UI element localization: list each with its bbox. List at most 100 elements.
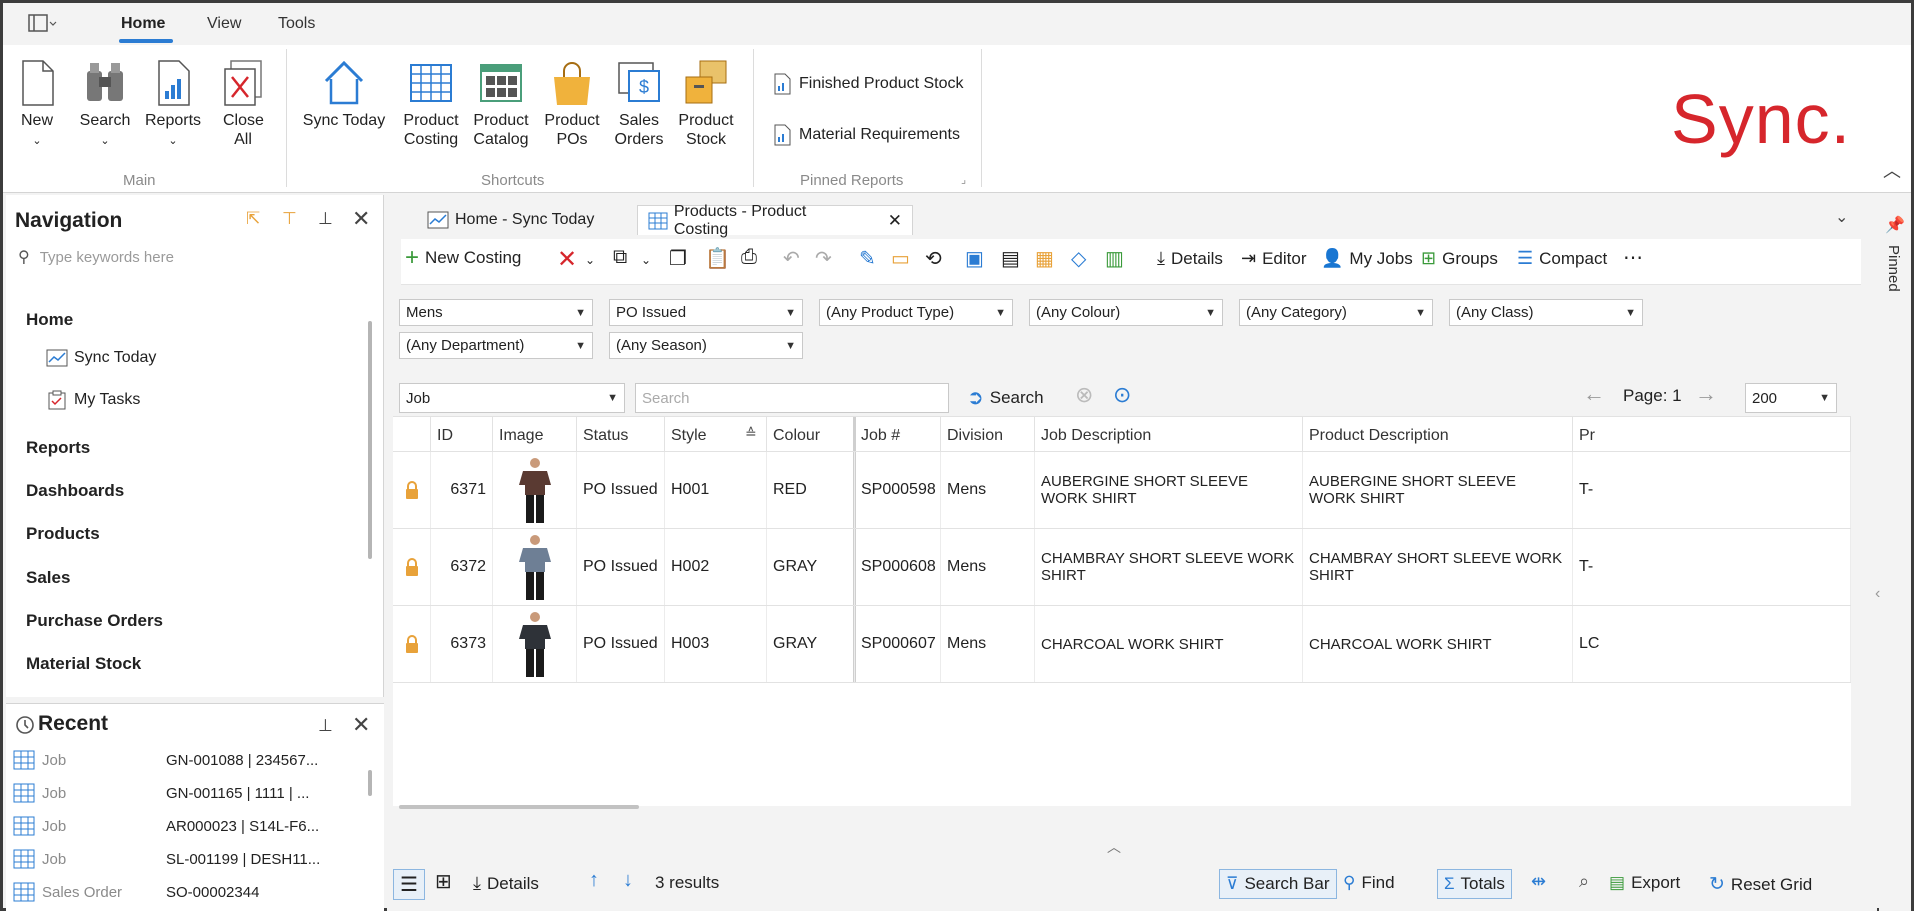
recent-scrollbar[interactable] xyxy=(368,770,372,796)
search-field-select[interactable]: Job ▼ xyxy=(399,383,625,413)
product-costing-button[interactable]: Product Costing xyxy=(399,59,463,149)
filter-product-type[interactable]: (Any Product Type) ▼ xyxy=(819,299,1013,326)
recent-item[interactable]: Job SL-001199 | DESH11... xyxy=(12,843,357,875)
reports-button[interactable]: Reports ⌄ xyxy=(143,59,203,151)
expand-search-icon[interactable]: ⊙ xyxy=(1113,382,1131,408)
details-button[interactable]: ⤓ Details xyxy=(1157,248,1223,269)
nav-item-my-tasks[interactable]: My Tasks xyxy=(46,390,140,410)
sort-icon[interactable]: ≙ xyxy=(745,425,757,442)
expand-nav-icon[interactable]: ⇱ xyxy=(246,209,260,229)
product-pos-button[interactable]: Product POs xyxy=(541,59,603,149)
collapse-ribbon-icon[interactable]: ︿ xyxy=(1883,157,1901,183)
folder-icon[interactable]: ▭ xyxy=(891,246,910,271)
compact-button[interactable]: ☰ Compact xyxy=(1517,248,1607,269)
table-row[interactable]: 6371 PO Issued H001 RED SP000598 Mens AUBERGIN… xyxy=(393,452,1851,528)
nav-section-reports[interactable]: Reports xyxy=(26,438,90,458)
groups-button[interactable]: ⊞ Groups xyxy=(1421,248,1498,269)
list-view-icon[interactable]: ☰ xyxy=(393,869,425,900)
filter-class[interactable]: (Any Class) ▼ xyxy=(1449,299,1643,326)
menu-tab-home[interactable]: Home xyxy=(121,15,165,33)
undo-icon[interactable]: ↶ xyxy=(783,246,800,271)
chevron-down-icon[interactable]: ⌄ xyxy=(585,253,595,267)
duplicate-icon[interactable]: ⧉ xyxy=(613,246,627,269)
pinned-report-finished-product-stock[interactable]: Finished Product Stock xyxy=(773,73,964,95)
collapse-panel-icon[interactable]: ︿ xyxy=(1107,837,1121,857)
column-header-product-description[interactable]: Product Description xyxy=(1303,417,1573,451)
chevron-left-icon[interactable]: ‹ xyxy=(1875,585,1880,603)
pinned-tab-label[interactable]: Pinned xyxy=(1885,245,1902,292)
recent-item[interactable]: Job GN-001088 | 234567... xyxy=(12,744,357,776)
nav-section-purchase-orders[interactable]: Purchase Orders xyxy=(26,611,163,631)
nav-section-sales[interactable]: Sales xyxy=(26,568,70,588)
tree-view-icon[interactable]: ⊤ xyxy=(282,209,297,229)
history-icon[interactable]: ⟲ xyxy=(925,246,942,271)
edit-pencil-icon[interactable]: ✎ xyxy=(859,246,876,271)
product-stock-button[interactable]: Product Stock xyxy=(675,59,737,149)
pin-icon[interactable]: 📌 xyxy=(1885,215,1905,235)
nav-scrollbar[interactable] xyxy=(368,321,372,559)
search-bar-toggle[interactable]: ⊽ Search Bar xyxy=(1219,869,1337,899)
tab-home-sync-today[interactable]: Home - Sync Today xyxy=(417,205,604,235)
tabs-overflow-chevron-icon[interactable]: ⌄ xyxy=(1835,207,1848,227)
nav-section-material-stock[interactable]: Material Stock xyxy=(26,654,141,674)
column-width-icon[interactable]: ⇹ xyxy=(1531,871,1546,892)
filter-division[interactable]: Mens ▼ xyxy=(399,299,593,326)
column-header-job[interactable]: Job # xyxy=(855,417,941,451)
nav-search-input[interactable]: Type keywords here xyxy=(40,249,174,266)
column-header-colour[interactable]: Colour xyxy=(767,417,855,451)
close-icon[interactable]: ✕ xyxy=(352,712,370,738)
sales-orders-button[interactable]: $ Sales Orders xyxy=(609,59,669,149)
card-view-icon[interactable]: ⊞ xyxy=(435,869,452,894)
app-menu-icon[interactable] xyxy=(27,13,57,35)
nav-section-products[interactable]: Products xyxy=(26,524,100,544)
export-button[interactable]: ▤ Export xyxy=(1609,873,1680,893)
nav-search-box[interactable]: ⚲ Type keywords here xyxy=(18,243,368,271)
column-header-pr[interactable]: Pr xyxy=(1573,417,1851,451)
more-options-icon[interactable]: ⋯ xyxy=(1623,245,1643,270)
delete-icon[interactable]: ✕ xyxy=(557,245,577,274)
menu-tab-view[interactable]: View xyxy=(207,15,241,33)
recent-item[interactable]: Job AR000023 | S14L-F6... xyxy=(12,810,357,842)
copy-icon[interactable]: ❐ xyxy=(669,246,687,271)
column-header-image[interactable]: Image xyxy=(493,417,577,451)
image-icon[interactable]: ▣ xyxy=(965,246,984,271)
redo-icon[interactable]: ↷ xyxy=(815,246,832,271)
search-button[interactable]: ➲ Search xyxy=(967,385,1044,410)
grid-search-input[interactable]: Search xyxy=(635,383,949,413)
next-page-icon[interactable]: → xyxy=(1695,381,1717,407)
previous-page-icon[interactable]: ← xyxy=(1583,381,1605,407)
chevron-down-icon[interactable]: ⌄ xyxy=(641,253,651,267)
cost-sheet-icon[interactable]: ▥ xyxy=(1105,246,1124,271)
print-icon[interactable]: ⎙ xyxy=(741,246,757,269)
dialog-launcher-icon[interactable]: ⌟ xyxy=(961,173,966,186)
report-settings-icon[interactable]: ▦ xyxy=(1035,246,1054,271)
column-header-job-description[interactable]: Job Description xyxy=(1035,417,1303,451)
tab-products-product-costing[interactable]: Products - Product Costing ✕ xyxy=(637,203,913,238)
pin-icon[interactable]: ⊥ xyxy=(318,209,333,229)
close-tab-icon[interactable]: ✕ xyxy=(888,211,902,231)
print-preview-icon[interactable]: ⌕ xyxy=(1579,871,1589,892)
new-button[interactable]: New ⌄ xyxy=(15,59,59,151)
column-header-id[interactable]: ID xyxy=(431,417,493,451)
reset-grid-button[interactable]: ↻ Reset Grid xyxy=(1709,873,1812,896)
my-jobs-button[interactable]: 👤 My Jobs xyxy=(1321,248,1413,269)
product-catalog-button[interactable]: Product Catalog xyxy=(469,59,533,149)
close-all-button[interactable]: Close All xyxy=(215,59,271,149)
nav-item-sync-today[interactable]: Sync Today xyxy=(46,349,156,367)
filter-season[interactable]: (Any Season) ▼ xyxy=(609,332,803,359)
column-header-division[interactable]: Division xyxy=(941,417,1035,451)
close-icon[interactable]: ✕ xyxy=(352,206,370,232)
sync-today-button[interactable]: Sync Today xyxy=(301,59,387,130)
recent-item[interactable]: Sales Order SO-00002344 xyxy=(12,876,357,908)
new-costing-button[interactable]: + New Costing xyxy=(405,246,521,270)
table-row[interactable]: 6372 PO Issued H002 GRAY SP000608 Mens CHAMBRA… xyxy=(393,529,1851,605)
find-button[interactable]: ⚲ Find xyxy=(1343,873,1395,893)
pin-icon[interactable]: ⊥ xyxy=(318,716,333,736)
search-button[interactable]: Search ⌄ xyxy=(79,59,131,151)
editor-button[interactable]: ⇥ Editor xyxy=(1241,248,1307,269)
column-header-status[interactable]: Status xyxy=(577,417,665,451)
totals-toggle[interactable]: Σ Totals xyxy=(1437,869,1512,899)
pinned-report-material-requirements[interactable]: Material Requirements xyxy=(773,124,960,146)
document-icon[interactable]: ▤ xyxy=(1001,246,1020,271)
tag-icon[interactable]: ◇ xyxy=(1071,246,1086,271)
